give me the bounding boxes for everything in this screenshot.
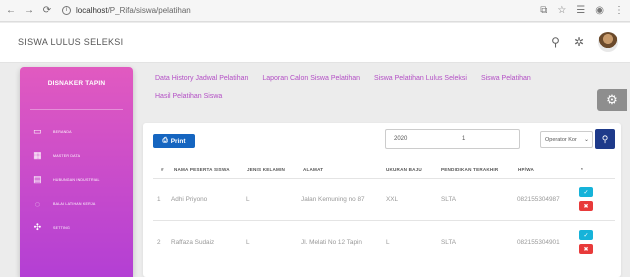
delete-button[interactable]: ✖ xyxy=(579,201,593,211)
cell-hp: 082155304901 xyxy=(517,239,560,246)
close-icon: ✖ xyxy=(583,203,589,210)
gear-icon: ⚙ xyxy=(606,92,618,107)
search-icon[interactable]: ⚲ xyxy=(551,35,560,49)
sidebar-item-label: BALAI LATIHAN KERJA xyxy=(53,201,96,206)
translate-icon[interactable]: ⧉ xyxy=(540,5,547,16)
sidebar-title: DISNAKER TAPIN xyxy=(47,80,106,87)
sidebar-item-hubungan-industrial[interactable]: ▤ HUBUNGAN INDUSTRIAL xyxy=(20,168,133,191)
sidebar-item-master-data[interactable]: ▦ MASTER DATA xyxy=(20,144,133,167)
chevron-down-icon: ⌄ xyxy=(583,137,589,143)
avatar[interactable] xyxy=(598,32,618,52)
year-value: 2020 xyxy=(394,136,408,142)
approve-button[interactable]: ✓ xyxy=(579,187,593,197)
address-bar[interactable]: i localhost/P_Rifa/siswa/pelatihan xyxy=(62,6,191,15)
topnav-link-lulus-seleksi[interactable]: Siswa Pelatihan Lulus Seleksi xyxy=(374,75,467,82)
url-host: localhost xyxy=(76,6,108,15)
cell-hp: 082155304987 xyxy=(517,196,560,203)
print-button[interactable]: ⎙ Print xyxy=(153,134,195,148)
document-icon: ▤ xyxy=(33,174,42,184)
settings-float-button[interactable]: ⚙ xyxy=(597,89,627,111)
operator-select[interactable]: Operator Kor ⌄ xyxy=(540,131,593,148)
divider xyxy=(153,220,615,221)
gear-icon: ✣ xyxy=(33,222,42,232)
settings-icon[interactable]: ✲ xyxy=(574,35,584,49)
sidebar-item-label: BERANDA xyxy=(53,129,72,134)
reload-icon[interactable]: ⟳ xyxy=(40,5,54,16)
cell-no: 1 xyxy=(157,196,161,203)
url-path: /P_Rifa/siswa/pelatihan xyxy=(107,6,191,15)
col-header-pendidikan: PENDIDIKAN TERAKHIR xyxy=(441,167,499,172)
topnav-link-history[interactable]: Data History Jadwal Pelatihan xyxy=(155,75,248,82)
delete-button[interactable]: ✖ xyxy=(579,244,593,254)
page-title: SISWA LULUS SELEKSI xyxy=(18,37,124,47)
cell-alamat: Jl. Melati No 12 Tapin xyxy=(301,239,362,246)
menu-icon[interactable]: ⋮ xyxy=(614,5,624,16)
approve-button[interactable]: ✓ xyxy=(579,230,593,240)
col-header-no: # xyxy=(161,167,164,172)
print-label: Print xyxy=(170,137,186,145)
cell-pendidikan: SLTA xyxy=(441,196,457,203)
topnav-link-laporan[interactable]: Laporan Calon Siswa Pelatihan xyxy=(262,75,360,82)
info-icon[interactable]: i xyxy=(62,6,71,15)
cell-jk: L xyxy=(246,196,250,203)
sidebar-item-setting[interactable]: ✣ SETTING xyxy=(20,216,133,239)
printer-icon: ⎙ xyxy=(162,137,168,144)
search-button[interactable]: ⚲ xyxy=(595,129,615,149)
forward-icon[interactable]: → xyxy=(22,5,36,16)
col-header-alamat: ALAMAT xyxy=(303,167,324,172)
topnav-link-hasil-pelatihan[interactable]: Hasil Pelatihan Siswa xyxy=(155,93,222,100)
star-icon[interactable]: ☆ xyxy=(557,5,566,16)
cell-no: 2 xyxy=(157,239,161,246)
cell-jk: L xyxy=(246,239,250,246)
main-card: ⎙ Print 2020 1 Operator Kor ⌄ ⚲ # NAMA P… xyxy=(143,123,621,277)
topnav: Data History Jadwal Pelatihan Laporan Ca… xyxy=(155,70,605,106)
cell-alamat: Jalan Kemuning no 87 xyxy=(301,196,365,203)
sidebar-item-label: HUBUNGAN INDUSTRIAL xyxy=(53,177,100,182)
col-header-ukuran-baju: UKURAN BAJU xyxy=(386,167,422,172)
cell-nama: Adhi Priyono xyxy=(171,196,208,203)
reading-list-icon[interactable]: ☰ xyxy=(576,5,585,16)
app-header: SISWA LULUS SELEKSI ⚲ ✲ xyxy=(0,23,630,63)
sidebar-item-label: MASTER DATA xyxy=(53,153,81,158)
cell-pendidikan: SLTA xyxy=(441,239,457,246)
sidebar-item-label: SETTING xyxy=(53,225,70,230)
cell-ukuran: XXL xyxy=(386,196,399,203)
year-filter-input[interactable]: 2020 1 xyxy=(385,129,520,149)
col-header-nama: NAMA PESERTA SISWA xyxy=(174,167,230,172)
back-icon[interactable]: ← xyxy=(4,5,18,16)
col-header-jenis-kelamin: JENIS KELAMIN xyxy=(247,167,286,172)
chat-icon: ◌ xyxy=(34,198,41,209)
sidebar-item-beranda[interactable]: ▭ BERANDA xyxy=(20,120,133,143)
extension-icon[interactable]: ◉ xyxy=(595,5,604,16)
divider xyxy=(153,178,615,179)
close-icon: ✖ xyxy=(583,246,589,253)
sidebar: DISNAKER TAPIN ▭ BERANDA ▦ MASTER DATA ▤… xyxy=(20,67,133,277)
check-icon: ✓ xyxy=(583,232,589,239)
data-icon: ▦ xyxy=(33,150,42,160)
check-icon: ✓ xyxy=(583,189,589,196)
monitor-icon: ▭ xyxy=(33,126,42,136)
col-header-hp: HP/WA xyxy=(518,167,535,172)
operator-value: Operator Kor xyxy=(545,137,577,143)
topnav-link-siswa-pelatihan[interactable]: Siswa Pelatihan xyxy=(481,75,531,82)
number-value: 1 xyxy=(462,136,466,142)
col-header-action: * xyxy=(581,167,583,172)
cell-nama: Raffaza Sudaiz xyxy=(171,239,215,246)
sidebar-item-balai-latihan-kerja[interactable]: ◌ BALAI LATIHAN KERJA xyxy=(20,192,133,215)
search-icon: ⚲ xyxy=(601,133,609,144)
sidebar-divider xyxy=(30,109,123,110)
cell-ukuran: L xyxy=(386,239,390,246)
browser-toolbar: ← → ⟳ i localhost/P_Rifa/siswa/pelatihan… xyxy=(0,0,630,22)
